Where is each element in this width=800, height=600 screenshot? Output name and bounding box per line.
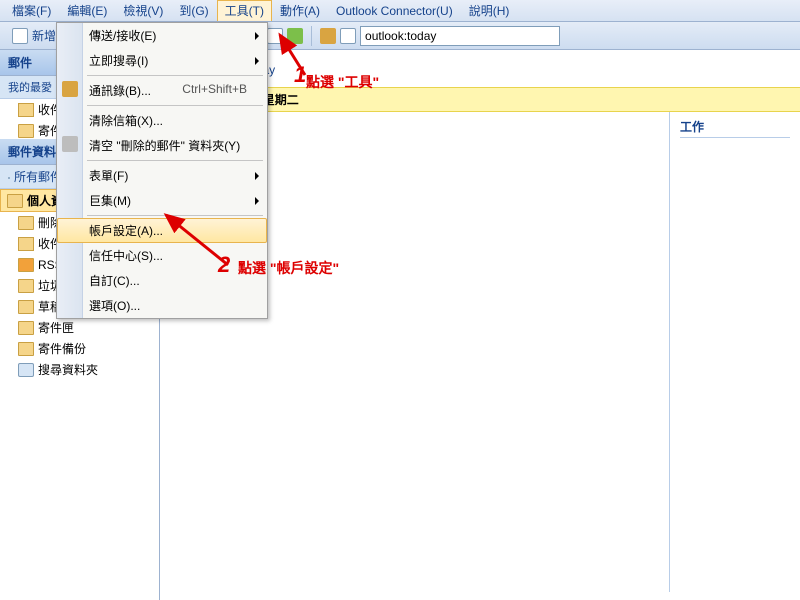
junk-icon xyxy=(18,279,34,293)
rss-icon xyxy=(18,258,34,272)
dd-options[interactable]: 選項(O)... xyxy=(57,293,267,318)
dd-send-receive[interactable]: 傳送/接收(E) xyxy=(57,23,267,48)
separator xyxy=(311,26,312,46)
today-tasks: 工作 xyxy=(670,112,800,592)
separator xyxy=(87,160,263,161)
refresh-icon[interactable] xyxy=(287,28,303,44)
menu-view[interactable]: 檢視(V) xyxy=(115,0,171,21)
dd-trust-center[interactable]: 信任中心(S)... xyxy=(57,243,267,268)
menubar: 檔案(F) 編輯(E) 檢視(V) 到(G) 工具(T) 動作(A) Outlo… xyxy=(0,0,800,22)
tools-dropdown: 傳送/接收(E) 立即搜尋(I) 通訊錄(B)... Ctrl+Shift+B … xyxy=(56,22,268,319)
stop-icon[interactable] xyxy=(267,28,283,44)
inbox-icon xyxy=(18,237,34,251)
new-icon xyxy=(12,28,28,44)
submenu-arrow-icon xyxy=(255,57,259,65)
dd-macros[interactable]: 巨集(M) xyxy=(57,188,267,213)
annotation-step1-number: 1 xyxy=(294,62,306,88)
search-folder-icon xyxy=(18,363,34,377)
menu-tools[interactable]: 工具(T) xyxy=(217,0,272,21)
dd-address-book[interactable]: 通訊錄(B)... Ctrl+Shift+B xyxy=(57,78,267,103)
address-input[interactable] xyxy=(360,26,560,46)
menu-outlook-connector[interactable]: Outlook Connector(U) xyxy=(328,2,461,20)
address-book-icon xyxy=(62,81,78,97)
dd-customize[interactable]: 自訂(C)... xyxy=(57,268,267,293)
search-icon xyxy=(8,177,10,179)
dd-clean-mailbox[interactable]: 清除信箱(X)... xyxy=(57,108,267,133)
dd-instant-search[interactable]: 立即搜尋(I) xyxy=(57,48,267,73)
tasks-header: 工作 xyxy=(680,118,790,138)
annotation-step2-number: 2 xyxy=(218,252,230,278)
outlook-today-icon[interactable] xyxy=(340,28,356,44)
submenu-arrow-icon xyxy=(255,172,259,180)
trash-icon xyxy=(18,216,34,230)
folder-search[interactable]: 搜尋資料夾 xyxy=(0,359,159,380)
folder-icon xyxy=(18,124,34,138)
outbox-icon xyxy=(18,321,34,335)
separator xyxy=(87,215,263,216)
annotation-step2-text: 點選 "帳戶設定" xyxy=(238,258,339,278)
menu-file[interactable]: 檔案(F) xyxy=(4,0,59,21)
sent-icon xyxy=(18,342,34,356)
menu-actions[interactable]: 動作(A) xyxy=(272,0,328,21)
submenu-arrow-icon xyxy=(255,32,259,40)
shortcut-label: Ctrl+Shift+B xyxy=(182,82,247,96)
dd-forms[interactable]: 表單(F) xyxy=(57,163,267,188)
home-icon[interactable] xyxy=(320,28,336,44)
dd-empty-deleted[interactable]: 清空 "刪除的郵件" 資料夾(Y) xyxy=(57,133,267,158)
folder-sent[interactable]: 寄件備份 xyxy=(0,338,159,359)
drafts-icon xyxy=(18,300,34,314)
separator xyxy=(87,75,263,76)
annotation-step1-text: 點選 "工具" xyxy=(306,72,379,92)
menu-help[interactable]: 說明(H) xyxy=(461,0,518,21)
new-button[interactable]: 新增 xyxy=(6,25,62,46)
separator xyxy=(87,105,263,106)
submenu-arrow-icon xyxy=(255,197,259,205)
trash-icon xyxy=(62,136,78,152)
menu-go[interactable]: 到(G) xyxy=(171,0,216,21)
folder-outbox[interactable]: 寄件匣 xyxy=(0,317,159,338)
dd-account-settings[interactable]: 帳戶設定(A)... xyxy=(57,218,267,243)
folder-icon xyxy=(7,194,23,208)
menu-edit[interactable]: 編輯(E) xyxy=(59,0,115,21)
inbox-icon xyxy=(18,103,34,117)
